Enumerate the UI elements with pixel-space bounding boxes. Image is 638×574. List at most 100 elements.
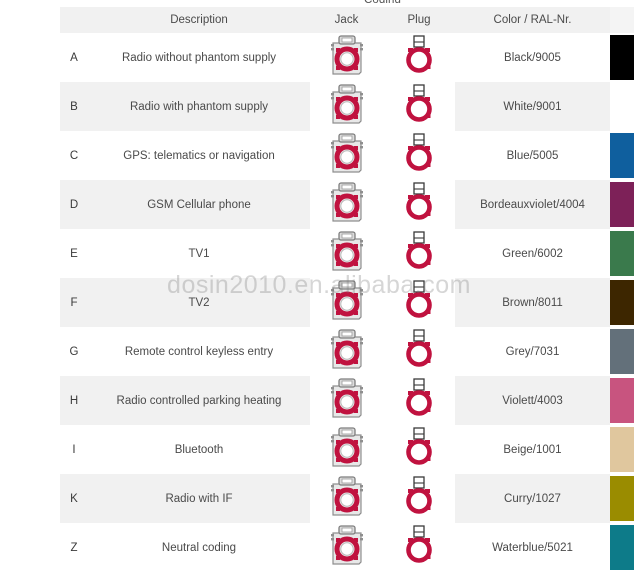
column-header-color: Color / RAL-Nr. — [455, 7, 610, 33]
row-color-name: Blue/5005 — [455, 131, 610, 180]
color-swatch — [610, 182, 634, 227]
row-color-swatch-cell — [610, 82, 634, 131]
row-code: Z — [60, 523, 88, 572]
row-description: Remote control keyless entry — [88, 327, 310, 376]
row-description: Radio without phantom supply — [88, 33, 310, 82]
coding-title: Coding — [310, 0, 455, 3]
color-swatch — [610, 329, 634, 374]
row-description: Radio controlled parking heating — [88, 376, 310, 425]
column-header-swatch — [610, 7, 634, 33]
jack-connector-icon — [329, 377, 365, 419]
row-color-name: Grey/7031 — [455, 327, 610, 376]
row-code: D — [60, 180, 88, 229]
jack-connector-icon — [329, 328, 365, 370]
table-row: I Bluetooth Beige/1001 — [60, 425, 634, 474]
row-code: E — [60, 229, 88, 278]
jack-connector-icon — [329, 230, 365, 272]
table-row: Z Neutral coding Waterblue/5021 — [60, 523, 634, 572]
column-header-code — [60, 7, 88, 33]
row-code: F — [60, 278, 88, 327]
color-swatch — [610, 133, 634, 178]
plug-connector-icon — [402, 132, 436, 174]
row-color-swatch-cell — [610, 33, 634, 82]
table-row: E TV1 Green/6002 — [60, 229, 634, 278]
row-plug-cell — [383, 229, 455, 278]
coding-table-figure: Coding Description Jack Plug Color / RAL… — [0, 0, 638, 574]
row-color-name: Curry/1027 — [455, 474, 610, 523]
row-code: K — [60, 474, 88, 523]
jack-connector-icon — [329, 132, 365, 174]
row-jack-cell — [310, 523, 383, 572]
row-plug-cell — [383, 523, 455, 572]
table-row: C GPS: telematics or navigation Blue/5005 — [60, 131, 634, 180]
row-description: GPS: telematics or navigation — [88, 131, 310, 180]
plug-connector-icon — [402, 475, 436, 517]
table-row: F TV2 Brown/8011 — [60, 278, 634, 327]
plug-connector-icon — [402, 328, 436, 370]
plug-connector-icon — [402, 279, 436, 321]
color-swatch — [610, 35, 634, 80]
row-plug-cell — [383, 278, 455, 327]
row-color-swatch-cell — [610, 425, 634, 474]
table-header-row: Description Jack Plug Color / RAL-Nr. — [60, 7, 634, 33]
jack-connector-icon — [329, 475, 365, 517]
plug-connector-icon — [402, 181, 436, 223]
row-color-name: Brown/8011 — [455, 278, 610, 327]
table-row: A Radio without phantom supply Black/9005 — [60, 33, 634, 82]
jack-connector-icon — [329, 524, 365, 566]
row-description: Bluetooth — [88, 425, 310, 474]
row-color-swatch-cell — [610, 474, 634, 523]
row-plug-cell — [383, 376, 455, 425]
row-description: Radio with IF — [88, 474, 310, 523]
jack-connector-icon — [329, 34, 365, 76]
row-description: TV2 — [88, 278, 310, 327]
plug-connector-icon — [402, 230, 436, 272]
row-description: Neutral coding — [88, 523, 310, 572]
row-jack-cell — [310, 376, 383, 425]
row-code: A — [60, 33, 88, 82]
fakra-coding-table: Description Jack Plug Color / RAL-Nr. AR… — [60, 7, 634, 572]
row-code: G — [60, 327, 88, 376]
column-header-jack: Jack — [310, 7, 383, 33]
row-code: I — [60, 425, 88, 474]
row-jack-cell — [310, 33, 383, 82]
table-row: G Remote control keyless entry Grey/7031 — [60, 327, 634, 376]
plug-connector-icon — [402, 83, 436, 125]
row-jack-cell — [310, 327, 383, 376]
jack-connector-icon — [329, 279, 365, 321]
color-swatch — [610, 427, 634, 472]
row-description: TV1 — [88, 229, 310, 278]
column-header-description: Description — [88, 7, 310, 33]
column-header-plug: Plug — [383, 7, 455, 33]
table-row: H Radio controlled parking heating Violet… — [60, 376, 634, 425]
color-swatch — [610, 525, 634, 570]
row-code: B — [60, 82, 88, 131]
plug-connector-icon — [402, 377, 436, 419]
table-row: B Radio with phantom supply White/9001 — [60, 82, 634, 131]
row-jack-cell — [310, 82, 383, 131]
row-color-name: Waterblue/5021 — [455, 523, 610, 572]
row-color-name: Bordeauxviolet/4004 — [455, 180, 610, 229]
row-color-swatch-cell — [610, 229, 634, 278]
row-code: C — [60, 131, 88, 180]
table-row: K Radio with IF Curry/1027 — [60, 474, 634, 523]
jack-connector-icon — [329, 426, 365, 468]
row-jack-cell — [310, 425, 383, 474]
row-jack-cell — [310, 180, 383, 229]
row-description: Radio with phantom supply — [88, 82, 310, 131]
row-color-swatch-cell — [610, 327, 634, 376]
row-plug-cell — [383, 180, 455, 229]
row-color-name: White/9001 — [455, 82, 610, 131]
row-color-swatch-cell — [610, 523, 634, 572]
row-plug-cell — [383, 82, 455, 131]
row-color-name: Black/9005 — [455, 33, 610, 82]
row-color-swatch-cell — [610, 131, 634, 180]
plug-connector-icon — [402, 426, 436, 468]
table-body: A Radio without phantom supply Black/9005… — [60, 33, 634, 572]
color-swatch — [610, 231, 634, 276]
row-jack-cell — [310, 278, 383, 327]
row-color-swatch-cell — [610, 376, 634, 425]
table-row: D GSM Cellular phone Bordeauxviolet/4004 — [60, 180, 634, 229]
row-description: GSM Cellular phone — [88, 180, 310, 229]
row-color-name: Green/6002 — [455, 229, 610, 278]
